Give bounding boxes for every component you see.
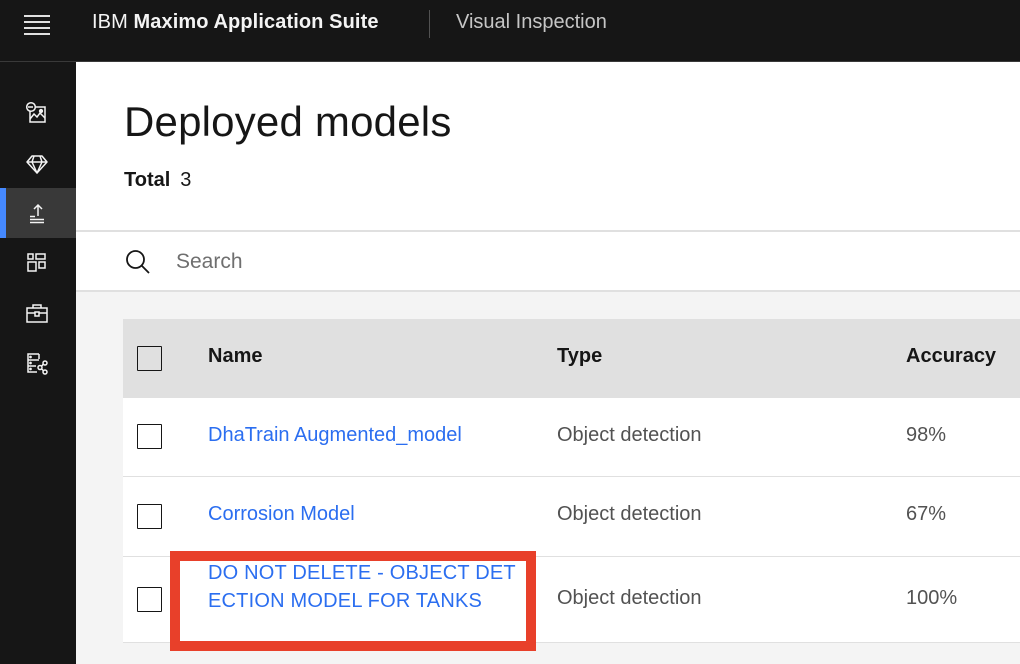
- divider: [76, 290, 1020, 292]
- column-header-type[interactable]: Type: [557, 345, 602, 368]
- total-label: Total: [124, 169, 171, 191]
- select-all-checkbox[interactable]: [137, 346, 162, 371]
- model-accuracy: 100%: [906, 587, 958, 609]
- model-accuracy: 98%: [906, 424, 947, 446]
- hamburger-menu-icon: [24, 15, 50, 35]
- table-header: Name Type Accuracy: [123, 319, 1020, 398]
- model-type: Object detection: [557, 424, 702, 446]
- search-input[interactable]: [176, 242, 976, 282]
- model-type: Object detection: [557, 503, 702, 525]
- search-bar: [76, 232, 1020, 290]
- model-name-link[interactable]: DO NOT DELETE - OBJECT DETECTION MODEL F…: [208, 559, 518, 615]
- sidebar-item-deployed-models[interactable]: [0, 188, 76, 238]
- column-header-accuracy[interactable]: Accuracy: [906, 345, 996, 368]
- sidebar-item-toolkit[interactable]: [0, 288, 76, 338]
- sidebar-item-projects[interactable]: [0, 238, 76, 288]
- model-name-link[interactable]: DhaTrain Augmented_model: [208, 424, 462, 447]
- row-checkbox[interactable]: [137, 424, 162, 449]
- row-checkbox[interactable]: [137, 587, 162, 612]
- brand-prefix: IBM: [92, 11, 128, 33]
- model-accuracy: 67%: [906, 503, 947, 525]
- side-nav: [0, 62, 76, 664]
- brand-title[interactable]: IBM Maximo Application Suite: [92, 11, 379, 34]
- hamburger-menu-button[interactable]: [0, 0, 76, 48]
- search-icon[interactable]: [124, 248, 152, 276]
- sidebar-item-data-connections[interactable]: [0, 338, 76, 388]
- table-row: Corrosion Model Object detection 67%: [123, 477, 1020, 557]
- diamond-icon: [26, 155, 48, 174]
- row-checkbox[interactable]: [137, 504, 162, 529]
- brand-name: Maximo Application Suite: [133, 11, 379, 33]
- toolbox-icon: [26, 304, 48, 323]
- page-header: Deployed models Total 3: [76, 62, 1020, 230]
- header-divider: [429, 10, 430, 38]
- model-name-link[interactable]: Corrosion Model: [208, 503, 355, 526]
- model-type: Object detection: [557, 587, 702, 609]
- top-bar: IBM Maximo Application Suite Visual Insp…: [0, 0, 1020, 62]
- image-dataset-icon: [25, 101, 46, 123]
- data-share-icon: [27, 353, 48, 375]
- column-header-name[interactable]: Name: [208, 345, 262, 368]
- app-name: Visual Inspection: [456, 11, 607, 33]
- dashboard-grid-icon: [27, 253, 46, 272]
- page-title: Deployed models: [124, 98, 452, 145]
- sidebar-item-models[interactable]: [0, 138, 76, 188]
- sidebar-item-data-sets[interactable]: [0, 88, 76, 138]
- total-count: Total 3: [124, 169, 191, 192]
- main-content: Deployed models Total 3 Name Type Accurac…: [76, 62, 1020, 664]
- table-row: DO NOT DELETE - OBJECT DETECTION MODEL F…: [123, 557, 1020, 643]
- deploy-upload-icon: [30, 203, 44, 224]
- total-value: 3: [180, 169, 192, 191]
- table-row: DhaTrain Augmented_model Object detectio…: [123, 398, 1020, 477]
